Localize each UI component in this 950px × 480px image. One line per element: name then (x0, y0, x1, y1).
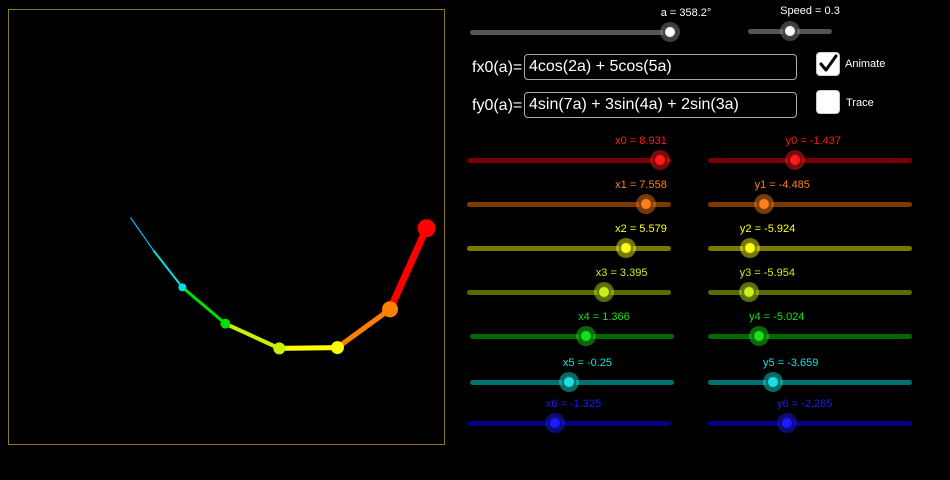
trace-checkbox[interactable] (816, 90, 840, 114)
x2-slider-label-2: x2 = 5.579 (615, 223, 667, 235)
x3-slider-track-3[interactable] (467, 290, 671, 295)
y3-slider-knob-3[interactable] (742, 285, 757, 299)
y4-slider-track-4[interactable] (708, 334, 912, 339)
x4-slider-knob-4[interactable] (578, 329, 593, 343)
x0-slider-knob-0[interactable] (653, 153, 668, 167)
drawing-canvas[interactable] (8, 9, 445, 445)
y5-slider-knob-5[interactable] (765, 375, 780, 389)
y6-slider-label-6: y6 = -2.285 (777, 398, 833, 410)
y5-slider-label-5: y5 = -3.659 (763, 357, 819, 369)
x4-slider-track-4[interactable] (470, 334, 674, 339)
chain-segment-4 (180, 285, 227, 326)
fy-input[interactable]: 4sin(7a) + 3sin(4a) + 2sin(3a) (524, 92, 797, 118)
trace-label: Trace (846, 97, 874, 109)
speed-slider-label: Speed = 0.3 (780, 5, 840, 17)
chain-point-4[interactable] (220, 318, 231, 329)
chain-segment-5 (152, 249, 184, 289)
pendulum-chain-drawing (130, 217, 436, 355)
x2-slider-knob-2[interactable] (618, 241, 633, 255)
x3-slider-label-3: x3 = 3.395 (595, 267, 648, 279)
fx-label: fx0(a)= (472, 59, 523, 76)
chain-segment-2 (276, 345, 340, 351)
animate-label: Animate (845, 58, 886, 70)
x6-slider-track-6[interactable] (467, 421, 671, 426)
chain-point-2[interactable] (330, 341, 344, 355)
y1-slider-track-1[interactable] (708, 202, 912, 207)
x0-slider-track-0[interactable] (467, 158, 671, 163)
x1-slider-knob-1[interactable] (639, 197, 654, 211)
y6-slider-track-6[interactable] (708, 421, 912, 426)
fy-label: fy0(a)= (472, 97, 523, 114)
angle-slider-track[interactable] (470, 30, 676, 35)
y1-slider-knob-1[interactable] (757, 197, 772, 211)
chain-point-3[interactable] (273, 342, 286, 355)
chain-point-1[interactable] (382, 301, 399, 318)
y0-slider-knob-0[interactable] (788, 153, 803, 167)
y3-slider-label-3: y3 = -5.954 (739, 267, 795, 279)
chain-segment-0 (386, 224, 431, 313)
x1-slider-label-1: x1 = 7.558 (615, 179, 667, 191)
fx-input[interactable]: 4cos(2a) + 5cos(5a) (524, 54, 797, 80)
y2-slider-label-2: y2 = -5.924 (739, 223, 796, 235)
animate-checkbox[interactable] (816, 52, 840, 76)
y0-slider-label-0: y0 = -1.437 (785, 135, 841, 147)
y5-slider-track-5[interactable] (708, 380, 912, 385)
x3-slider-knob-3[interactable] (596, 285, 611, 299)
y4-slider-label-4: y4 = -5.024 (749, 311, 805, 323)
y1-slider-label-1: y1 = -4.485 (754, 179, 810, 191)
x5-slider-label-5: x5 = -0.25 (562, 357, 613, 369)
speed-slider-knob[interactable] (783, 24, 797, 38)
chain-point-0[interactable] (417, 219, 436, 238)
chain-point-5[interactable] (178, 283, 187, 292)
y6-slider-knob-6[interactable] (779, 416, 794, 430)
x0-slider-label-0: x0 = 8.931 (615, 135, 667, 147)
angle-slider-knob[interactable] (663, 25, 677, 39)
x2-slider-track-2[interactable] (467, 246, 671, 251)
y4-slider-knob-4[interactable] (751, 329, 766, 343)
x6-slider-knob-6[interactable] (548, 416, 563, 430)
x4-slider-label-4: x4 = 1.366 (578, 311, 630, 323)
chain-segment-1 (334, 306, 393, 351)
angle-slider-label: a = 358.2° (660, 7, 712, 19)
x6-slider-label-6: x6 = -1.325 (545, 398, 602, 410)
y2-slider-knob-2[interactable] (742, 241, 757, 255)
x5-slider-knob-5[interactable] (562, 375, 577, 389)
chain-segment-3 (223, 321, 282, 351)
chain-segment-6 (130, 217, 155, 252)
checkmark-icon (819, 54, 838, 72)
y0-slider-track-0[interactable] (708, 158, 912, 163)
